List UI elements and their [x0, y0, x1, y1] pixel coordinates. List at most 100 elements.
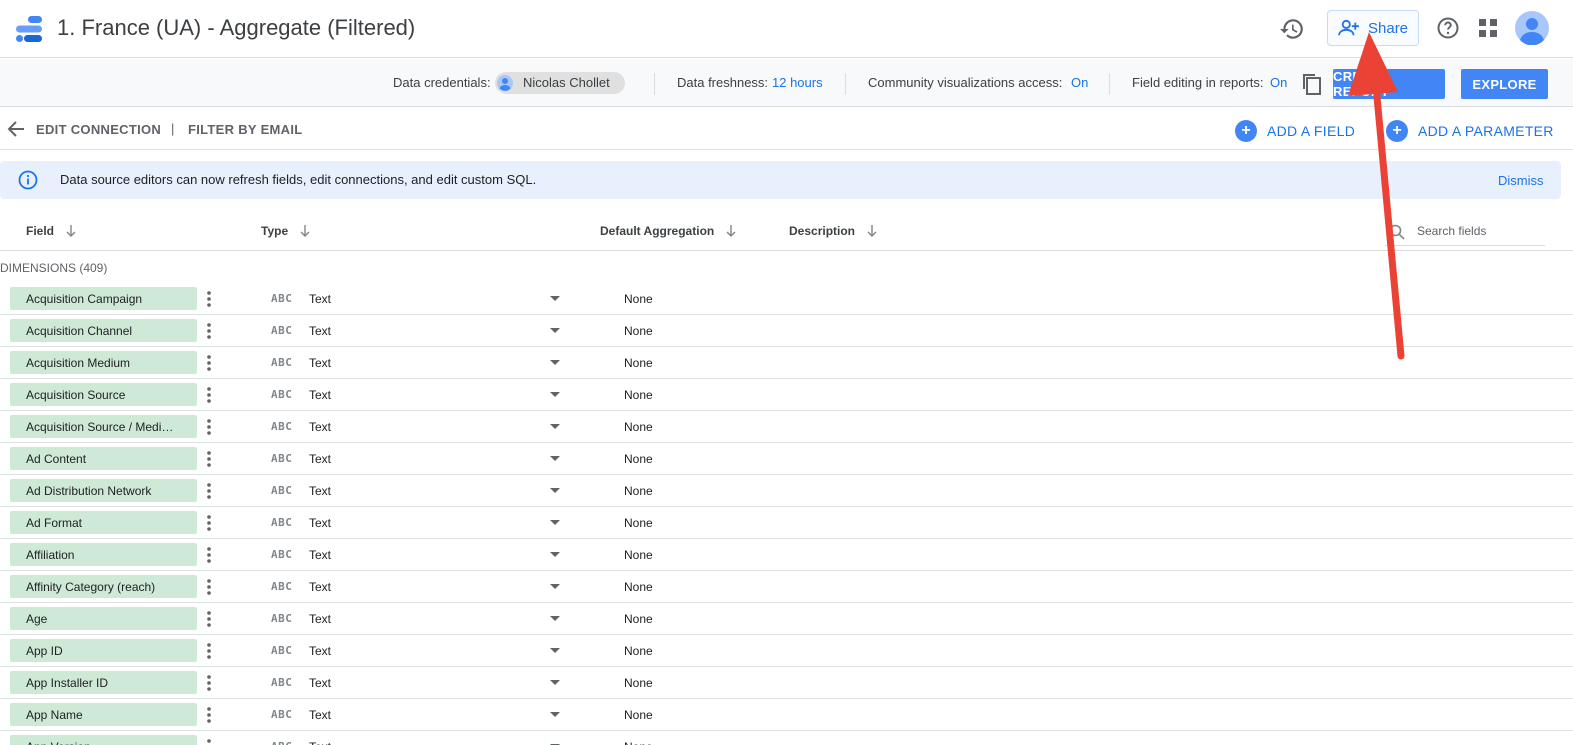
table-row: Acquisition Source ABC Text None — [0, 379, 1573, 411]
default-aggregation: None — [624, 580, 653, 594]
share-label: Share — [1368, 19, 1409, 37]
dropdown-arrow-icon[interactable] — [549, 679, 561, 687]
more-vert-icon[interactable] — [204, 578, 214, 596]
field-name-chip[interactable]: Acquisition Channel — [10, 319, 197, 342]
field-name-chip[interactable]: Acquisition Medium — [10, 351, 197, 374]
text-type-icon: ABC — [271, 548, 293, 561]
help-icon[interactable] — [1436, 16, 1460, 40]
more-vert-icon[interactable] — [204, 546, 214, 564]
dropdown-arrow-icon[interactable] — [549, 327, 561, 335]
more-vert-icon[interactable] — [204, 482, 214, 500]
more-vert-icon[interactable] — [204, 386, 214, 404]
more-vert-icon[interactable] — [204, 322, 214, 340]
add-parameter-label: ADD A PARAMETER — [1418, 123, 1554, 139]
table-row: Acquisition Medium ABC Text None — [0, 347, 1573, 379]
dropdown-arrow-icon[interactable] — [549, 583, 561, 591]
dropdown-arrow-icon[interactable] — [549, 359, 561, 367]
field-type: Text — [309, 740, 331, 745]
freshness-label: Data freshness: — [677, 75, 769, 90]
dropdown-arrow-icon[interactable] — [549, 391, 561, 399]
column-header-default-aggregation[interactable]: Default Aggregation — [600, 224, 736, 238]
column-header-field[interactable]: Field — [26, 224, 76, 238]
add-parameter-button[interactable]: + ADD A PARAMETER — [1386, 120, 1554, 142]
connection-toolbar: EDIT CONNECTION | FILTER BY EMAIL + ADD … — [0, 108, 1573, 150]
field-name-chip[interactable]: Acquisition Source / Medi… — [10, 415, 197, 438]
default-aggregation: None — [624, 516, 653, 530]
more-vert-icon[interactable] — [204, 738, 214, 745]
default-aggregation: None — [624, 484, 653, 498]
dropdown-arrow-icon[interactable] — [549, 647, 561, 655]
default-aggregation: None — [624, 292, 653, 306]
more-vert-icon[interactable] — [204, 450, 214, 468]
table-row: Acquisition Campaign ABC Text None — [0, 283, 1573, 315]
looker-studio-logo-icon[interactable] — [14, 14, 44, 44]
dropdown-arrow-icon[interactable] — [549, 295, 561, 303]
credentials-label: Data credentials: — [393, 75, 491, 90]
more-vert-icon[interactable] — [204, 610, 214, 628]
field-name-chip[interactable]: Ad Format — [10, 511, 197, 534]
field-name-chip[interactable]: Affiliation — [10, 543, 197, 566]
field-name-chip[interactable]: App Version — [10, 735, 197, 745]
filter-by-email-link[interactable]: FILTER BY EMAIL — [188, 122, 303, 137]
dropdown-arrow-icon[interactable] — [549, 615, 561, 623]
default-aggregation: None — [624, 388, 653, 402]
default-aggregation: None — [624, 708, 653, 722]
dropdown-arrow-icon[interactable] — [549, 455, 561, 463]
field-type: Text — [309, 388, 332, 402]
history-icon[interactable] — [1279, 16, 1305, 42]
dropdown-arrow-icon[interactable] — [549, 711, 561, 719]
table-row: Ad Format ABC Text None — [0, 507, 1573, 539]
text-type-icon: ABC — [271, 420, 293, 433]
default-aggregation: None — [624, 356, 653, 370]
back-arrow-icon[interactable] — [6, 119, 26, 139]
field-name-chip[interactable]: Ad Content — [10, 447, 197, 470]
field-name-chip[interactable]: Acquisition Source — [10, 383, 197, 406]
text-type-icon: ABC — [271, 292, 293, 305]
table-row: Ad Distribution Network ABC Text None — [0, 475, 1573, 507]
more-vert-icon[interactable] — [204, 514, 214, 532]
dropdown-arrow-icon[interactable] — [549, 551, 561, 559]
column-label: Type — [261, 224, 289, 238]
field-name-chip[interactable]: Acquisition Campaign — [10, 287, 197, 310]
field-name-chip[interactable]: App ID — [10, 639, 197, 662]
field-list: Acquisition Campaign ABC Text None Acquisiti… — [0, 283, 1573, 745]
field-editing-value-link[interactable]: On — [1270, 75, 1287, 90]
field-name-chip[interactable]: Affinity Category (reach) — [10, 575, 197, 598]
credentials-chip[interactable]: Nicolas Chollet — [495, 72, 625, 94]
table-row: Age ABC Text None — [0, 603, 1573, 635]
separator: | — [171, 121, 175, 136]
explore-button[interactable]: EXPLORE — [1461, 69, 1548, 99]
dismiss-button[interactable]: Dismiss — [1498, 173, 1544, 188]
column-header-type[interactable]: Type — [261, 224, 310, 238]
field-type: Text — [309, 292, 332, 306]
dropdown-arrow-icon[interactable] — [549, 519, 561, 527]
more-vert-icon[interactable] — [204, 642, 214, 660]
field-name-chip[interactable]: Ad Distribution Network — [10, 479, 197, 502]
create-report-button[interactable]: CREATE REPORT — [1333, 69, 1445, 99]
dropdown-arrow-icon[interactable] — [549, 487, 561, 495]
field-name-chip[interactable]: App Name — [10, 703, 197, 726]
table-row: App Version ABC Text None — [0, 731, 1573, 745]
freshness-value-link[interactable]: 12 hours — [772, 75, 823, 90]
field-type: Text — [309, 580, 332, 594]
divider — [1109, 73, 1110, 95]
field-name-chip[interactable]: App Installer ID — [10, 671, 197, 694]
more-vert-icon[interactable] — [204, 418, 214, 436]
community-viz-value-link[interactable]: On — [1071, 75, 1088, 90]
dropdown-arrow-icon[interactable] — [549, 423, 561, 431]
share-button[interactable]: Share — [1327, 10, 1419, 46]
more-vert-icon[interactable] — [204, 290, 214, 308]
search-fields-input[interactable] — [1417, 222, 1541, 240]
text-type-icon: ABC — [271, 452, 293, 465]
edit-connection-link[interactable]: EDIT CONNECTION — [36, 122, 161, 137]
account-avatar-icon[interactable] — [1515, 11, 1549, 45]
field-name-chip[interactable]: Age — [10, 607, 197, 630]
more-vert-icon[interactable] — [204, 706, 214, 724]
more-vert-icon[interactable] — [204, 354, 214, 372]
more-vert-icon[interactable] — [204, 674, 214, 692]
copy-icon[interactable] — [1301, 72, 1323, 96]
column-header-description[interactable]: Description — [789, 224, 877, 238]
apps-grid-icon[interactable] — [1478, 18, 1498, 38]
add-field-button[interactable]: + ADD A FIELD — [1235, 120, 1355, 142]
info-icon — [18, 170, 38, 190]
